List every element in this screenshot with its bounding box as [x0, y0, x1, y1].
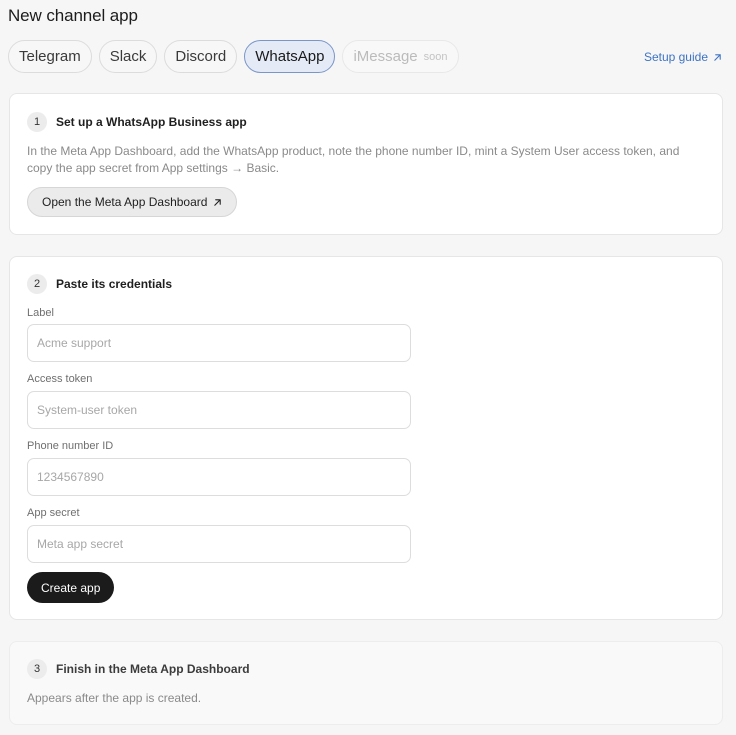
page-title: New channel app [8, 6, 138, 25]
setup-guide-link[interactable]: Setup guide [644, 50, 722, 64]
step-number-badge: 3 [27, 659, 47, 679]
step-title: Finish in the Meta App Dashboard [56, 662, 250, 676]
tab-label: Telegram [19, 48, 81, 65]
step-description: Appears after the app is created. [27, 691, 202, 705]
step-3-card: 3 Finish in the Meta App Dashboard Appea… [9, 641, 723, 725]
setup-guide-label: Setup guide [643, 50, 708, 64]
app-secret-field-label: App secret [27, 507, 80, 519]
step-description: In the Meta App Dashboard, add the Whats… [27, 144, 680, 175]
tab-label: Discord [175, 48, 227, 65]
tab-label: iMessage [353, 48, 418, 65]
step-2-header: 2 Paste its credentials [27, 274, 172, 294]
arrow-up-right-icon [713, 53, 722, 62]
access-token-input[interactable] [27, 391, 411, 429]
tab-telegram[interactable]: Telegram [8, 40, 92, 73]
phone-number-id-input[interactable] [27, 458, 411, 496]
step-1-card: 1 Set up a WhatsApp Business app In the … [9, 93, 723, 235]
channel-tabs: Telegram Slack Discord WhatsApp iMessage… [8, 40, 459, 73]
tab-label: WhatsApp [255, 48, 325, 65]
app-secret-input[interactable] [27, 525, 411, 563]
access-token-field-label: Access token [27, 373, 93, 385]
button-label: Open the Meta App Dashboard [42, 195, 208, 209]
label-field-label: Label [27, 307, 54, 319]
tab-discord[interactable]: Discord [164, 40, 238, 73]
tab-label: Slack [109, 48, 147, 65]
step-title: Set up a WhatsApp Business app [56, 115, 247, 129]
step-3-header: 3 Finish in the Meta App Dashboard [27, 659, 250, 679]
open-meta-dashboard-button[interactable]: Open the Meta App Dashboard [27, 187, 238, 217]
create-app-button[interactable]: Create app [27, 572, 115, 603]
phone-number-id-field-label: Phone number ID [27, 440, 114, 452]
tab-whatsapp[interactable]: WhatsApp [244, 40, 336, 73]
tab-slack[interactable]: Slack [98, 40, 158, 73]
step-1-header: 1 Set up a WhatsApp Business app [27, 112, 247, 132]
step-2-card: 2 Paste its credentials Label Access tok… [9, 256, 723, 620]
step-number-badge: 1 [27, 112, 47, 132]
step-number-badge: 2 [27, 274, 47, 294]
arrow-up-right-icon [213, 198, 222, 207]
soon-badge: soon [423, 50, 448, 63]
tab-imessage: iMessage soon [342, 40, 459, 73]
label-input[interactable] [27, 324, 411, 362]
step-title: Paste its credentials [56, 277, 173, 291]
